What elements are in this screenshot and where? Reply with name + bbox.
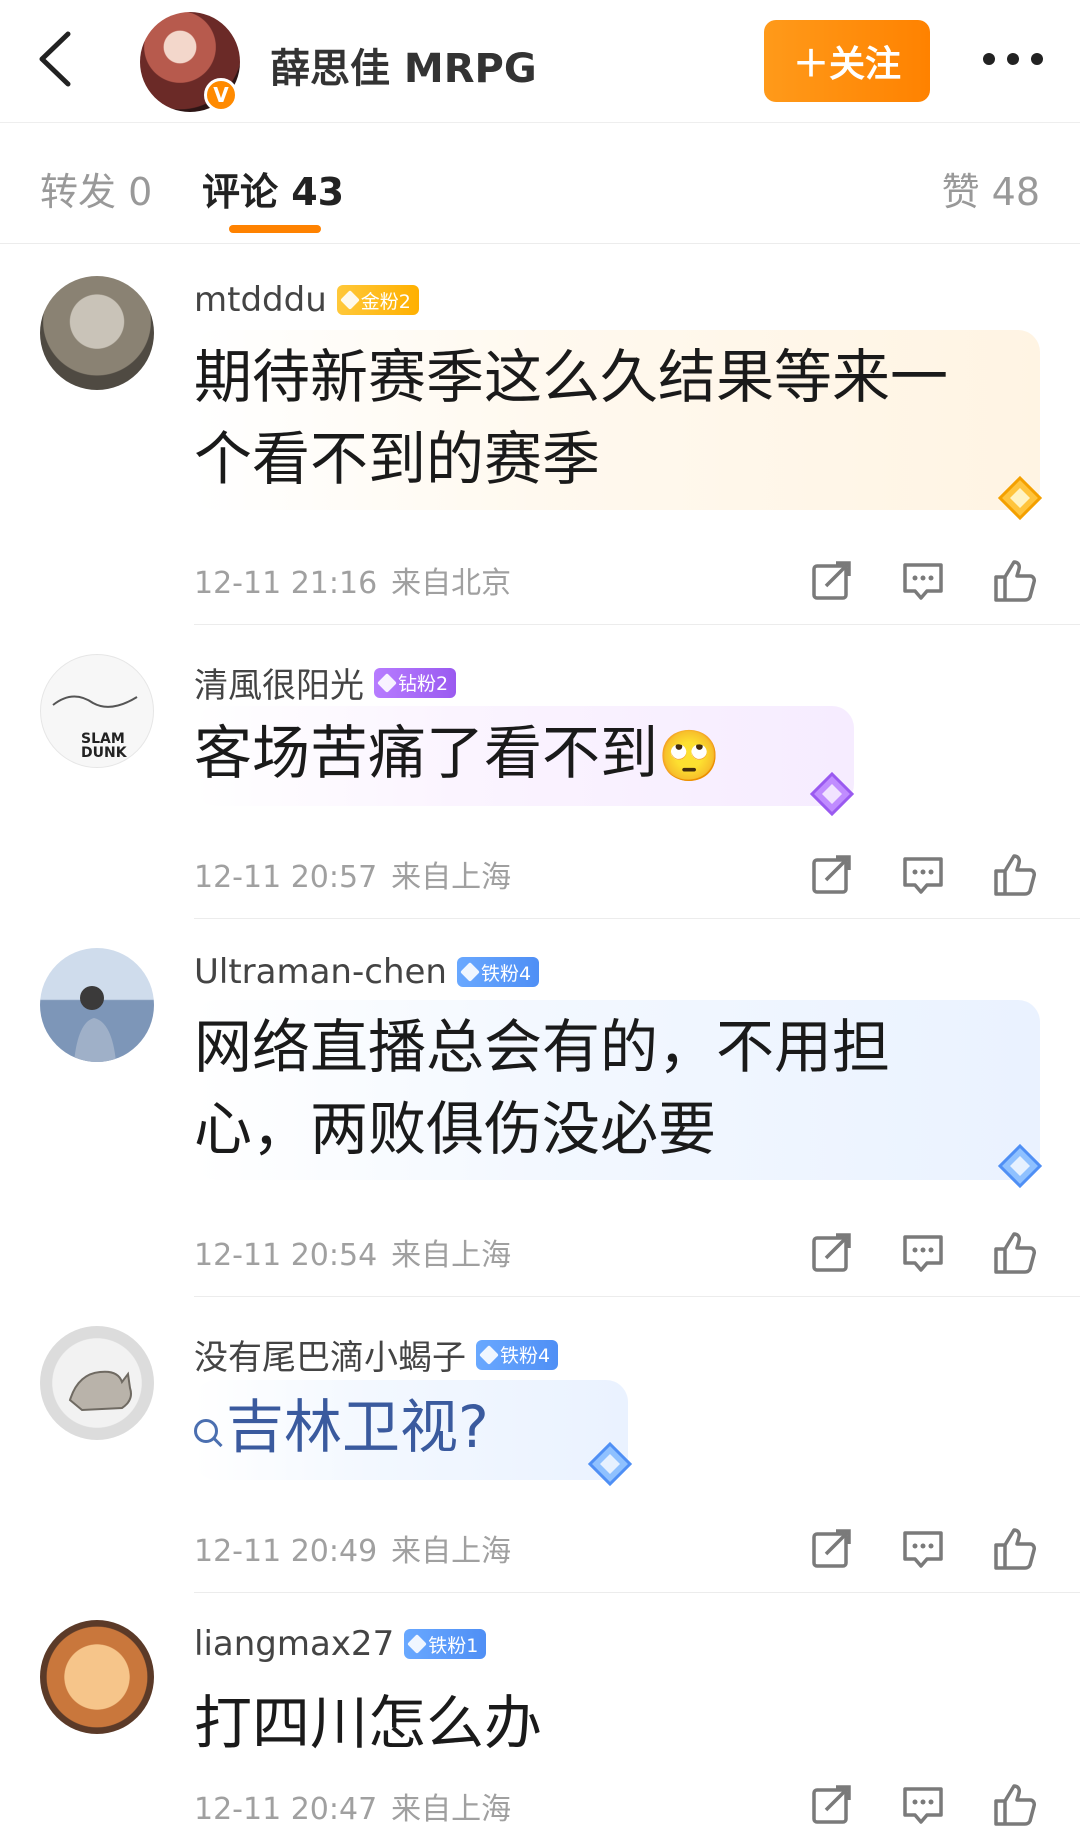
share-icon[interactable] [806,1228,856,1278]
follow-button[interactable]: ＋关注 [764,20,930,102]
rolling-eyes-emoji-icon: 🙄 [658,727,721,785]
thumbs-up-icon[interactable] [990,1524,1040,1574]
tab-comment[interactable]: 评论 43 [202,161,344,216]
comment-location: 来自上海 [391,860,512,895]
comment-icon[interactable] [898,556,948,606]
comment-actions [800,556,1040,606]
commenter-name[interactable]: 清風很阳光 [194,658,364,707]
comment-meta: 12-11 20:54 来自上海 [194,1230,511,1274]
comment-time: 12-11 20:49 [194,1534,378,1569]
comment-meta: 12-11 20:47 来自上海 [194,1784,511,1828]
search-icon [194,1418,218,1443]
purple-gem-icon [809,771,855,817]
divider [194,624,1080,625]
comment-actions [800,1524,1040,1574]
share-icon[interactable] [806,1780,856,1830]
tab-repost[interactable]: 转发 0 [40,161,152,216]
commenter-name[interactable]: Ultraman-chen [194,952,447,992]
thumbs-up-icon[interactable] [990,1228,1040,1278]
divider [194,1296,1080,1297]
person-silhouette-icon [74,986,116,1062]
comment-text: 网络直播总会有的，不用担心，两败俱伤没必要 [194,1013,891,1163]
comment-icon[interactable] [898,1780,948,1830]
gold-gem-icon [997,475,1043,521]
comment-time: 12-11 21:16 [194,566,378,601]
comment-actions [800,1780,1040,1830]
comment-icon[interactable] [898,1228,948,1278]
comment-time: 12-11 20:57 [194,860,378,895]
comment-meta: 12-11 21:16 来自北京 [194,558,511,602]
fan-badge: 铁粉4 [456,957,540,987]
share-icon[interactable] [806,1524,856,1574]
commenter-name[interactable]: 没有尾巴滴小蝎子 [194,1330,466,1379]
fan-badge: 金粉2 [336,285,419,315]
divider [194,1592,1080,1593]
gem-icon [479,1344,499,1365]
comment-time: 12-11 20:54 [194,1238,378,1273]
more-dots-icon[interactable] [978,34,1048,84]
comment-location: 来自上海 [391,1238,512,1273]
slam-dunk-logo-icon: SLAMDUNK [52,695,138,761]
fan-badge: 铁粉4 [476,1339,559,1370]
comment-header: 没有尾巴滴小蝎子 铁粉4 [194,1330,559,1379]
gem-icon [377,672,397,693]
comment-bubble: 客场苦痛了看不到🙄 [194,706,854,806]
comment-header: liangmax27 铁粉1 [194,1624,487,1664]
comment-icon[interactable] [898,850,948,900]
tab-like[interactable]: 赞 48 [942,161,1040,216]
blue-gem-icon [997,1143,1043,1189]
fan-badge: 铁粉1 [404,1629,487,1659]
commenter-avatar[interactable] [40,1326,154,1440]
comment-header: mtdddu 金粉2 [194,280,419,320]
fan-badge: 钻粉2 [374,667,457,698]
commenter-name[interactable]: mtdddu [194,280,327,320]
commenter-avatar[interactable] [40,1620,154,1734]
thumbs-up-icon[interactable] [990,1780,1040,1830]
comment-location: 来自北京 [391,566,512,601]
comment-header: 清風很阳光 钻粉2 [194,658,457,707]
comment-actions [800,1228,1040,1278]
tab-bar: 转发 0 评论 43 赞 48 [0,123,1080,244]
comment-bubble: 打四川怎么办 [194,1676,1040,1770]
divider [194,918,1080,919]
commenter-avatar[interactable]: SLAM DUNK [40,654,154,768]
share-icon[interactable] [806,850,856,900]
search-topic-link[interactable]: 吉林卫视? [194,1386,628,1468]
comment-icon[interactable] [898,1524,948,1574]
chevron-left-icon [39,31,71,87]
comment-text: 客场苦痛了看不到🙄 [194,719,721,787]
comment-location: 来自上海 [391,1534,512,1569]
comment-header: Ultraman-chen 铁粉4 [194,952,540,992]
active-tab-indicator [229,225,321,233]
thumbs-up-icon[interactable] [990,850,1040,900]
top-bar: V 薛思佳 MRPG ＋关注 [0,0,1080,123]
gem-icon [407,1634,428,1654]
blue-gem-icon [587,1441,633,1487]
verified-badge-icon: V [204,78,238,112]
back-button[interactable] [28,26,84,92]
thumbs-up-icon[interactable] [990,556,1040,606]
comment-meta: 12-11 20:57 来自上海 [194,852,511,896]
gem-icon [460,962,480,982]
comment-bubble: 期待新赛季这么久结果等来一个看不到的赛季 [194,330,1040,510]
author-name[interactable]: 薛思佳 MRPG [270,36,537,94]
comment-actions [800,850,1040,900]
commenter-avatar[interactable] [40,276,154,390]
comment-meta: 12-11 20:49 来自上海 [194,1526,511,1570]
share-icon[interactable] [806,556,856,606]
commenter-avatar[interactable] [40,948,154,1062]
cat-sketch-icon [68,1370,132,1412]
comment-text: 期待新赛季这么久结果等来一个看不到的赛季 [194,343,949,493]
commenter-name[interactable]: liangmax27 [194,1624,394,1664]
comment-bubble: 吉林卫视? [194,1380,628,1480]
svg-text:DUNK: DUNK [81,745,128,761]
comment-text: 打四川怎么办 [194,1689,543,1757]
gem-icon [339,290,360,310]
comment-bubble: 网络直播总会有的，不用担心，两败俱伤没必要 [194,1000,1040,1180]
